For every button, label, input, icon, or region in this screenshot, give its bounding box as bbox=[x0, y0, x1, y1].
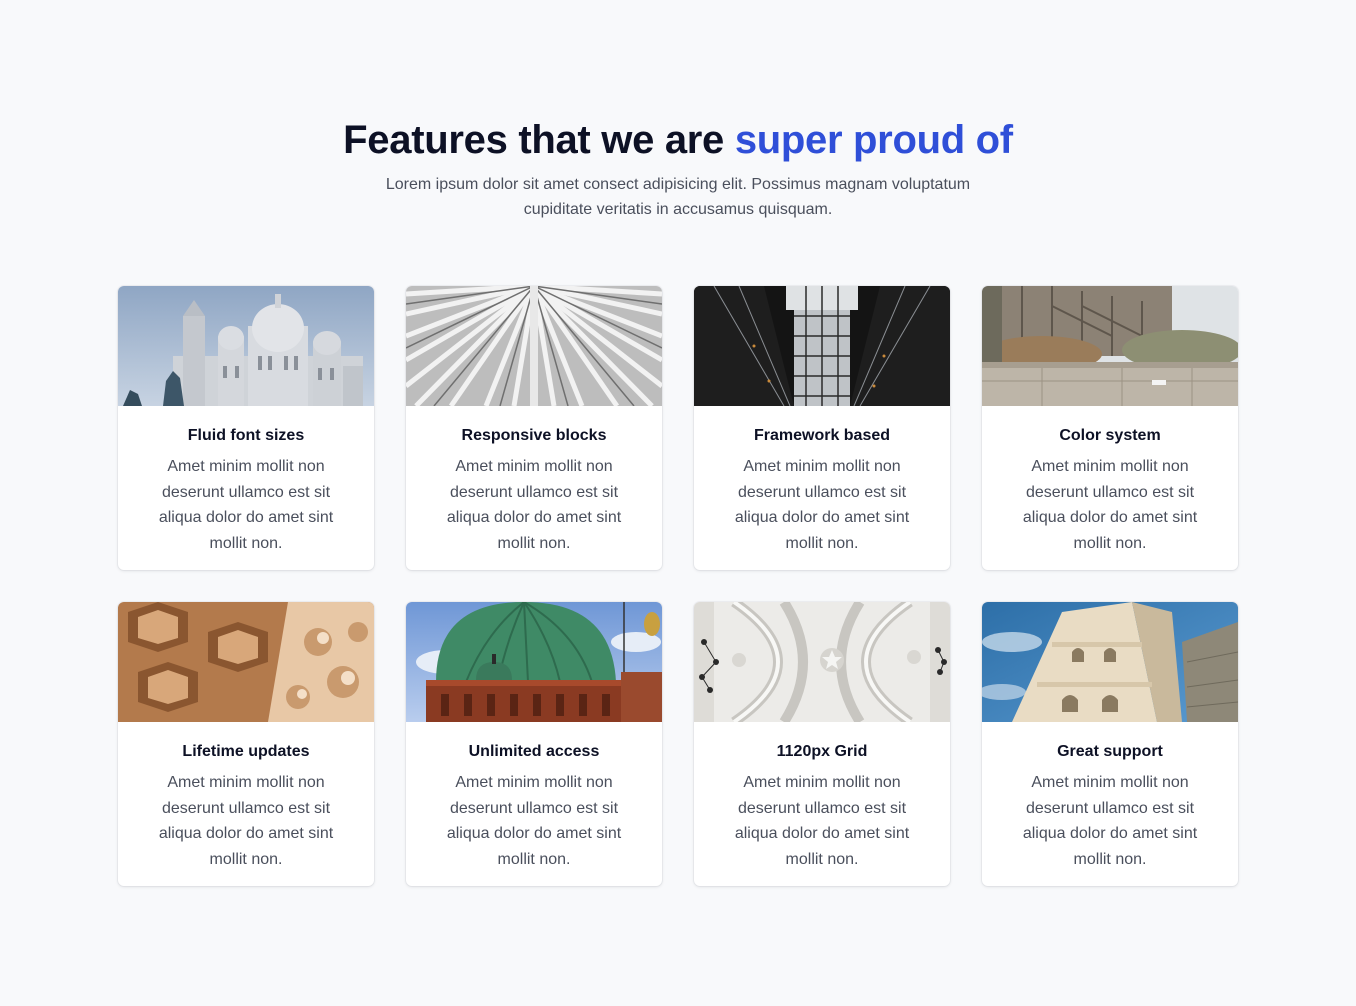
feature-card: Unlimited access Amet minim mollit non d… bbox=[406, 602, 662, 886]
green-dome-photo bbox=[406, 602, 662, 722]
ornate-ceiling-photo bbox=[118, 602, 374, 722]
feature-card: Lifetime updates Amet minim mollit non d… bbox=[118, 602, 374, 886]
feature-card: Responsive blocks Amet minim mollit non … bbox=[406, 286, 662, 570]
feature-card: Color system Amet minim mollit non deser… bbox=[982, 286, 1238, 570]
feature-title: Fluid font sizes bbox=[187, 427, 305, 444]
feature-description: Amet minim mollit non deserunt ullamco e… bbox=[158, 458, 334, 552]
feature-description: Amet minim mollit non deserunt ullamco e… bbox=[446, 774, 622, 868]
feature-description: Amet minim mollit non deserunt ullamco e… bbox=[1022, 774, 1198, 868]
page-title: Features that we are super proud of bbox=[0, 118, 1356, 163]
white-ribs-architecture-photo bbox=[406, 286, 662, 406]
features-grid: Fluid font sizes Amet minim mollit non d… bbox=[118, 286, 1238, 886]
stone-tower-photo bbox=[982, 602, 1238, 722]
feature-title: Color system bbox=[1059, 427, 1161, 444]
gothic-cathedral-photo bbox=[982, 286, 1238, 406]
feature-title: Unlimited access bbox=[468, 743, 600, 760]
feature-title: Lifetime updates bbox=[182, 743, 310, 760]
feature-description: Amet minim mollit non deserunt ullamco e… bbox=[734, 774, 910, 868]
feature-card: 1120px Grid Amet minim mollit non deseru… bbox=[694, 602, 950, 886]
feature-description: Amet minim mollit non deserunt ullamco e… bbox=[734, 458, 910, 552]
title-accent: super proud of bbox=[734, 118, 1013, 162]
features-section: Features that we are super proud of Lore… bbox=[0, 0, 1356, 1006]
feature-title: Framework based bbox=[753, 427, 891, 444]
page-subtitle: Lorem ipsum dolor sit amet consect adipi… bbox=[385, 176, 971, 218]
feature-title: Responsive blocks bbox=[461, 427, 607, 444]
basilica-photo bbox=[118, 286, 374, 406]
feature-card: Great support Amet minim mollit non dese… bbox=[982, 602, 1238, 886]
feature-description: Amet minim mollit non deserunt ullamco e… bbox=[446, 458, 622, 552]
feature-description: Amet minim mollit non deserunt ullamco e… bbox=[158, 774, 334, 868]
feature-title: 1120px Grid bbox=[776, 743, 868, 760]
feature-card: Framework based Amet minim mollit non de… bbox=[694, 286, 950, 570]
white-vault-ceiling-photo bbox=[694, 602, 950, 722]
glass-atrium-photo bbox=[694, 286, 950, 406]
feature-title: Great support bbox=[1057, 743, 1163, 760]
feature-description: Amet minim mollit non deserunt ullamco e… bbox=[1022, 458, 1198, 552]
feature-card: Fluid font sizes Amet minim mollit non d… bbox=[118, 286, 374, 570]
title-main: Features that we are bbox=[343, 118, 735, 162]
